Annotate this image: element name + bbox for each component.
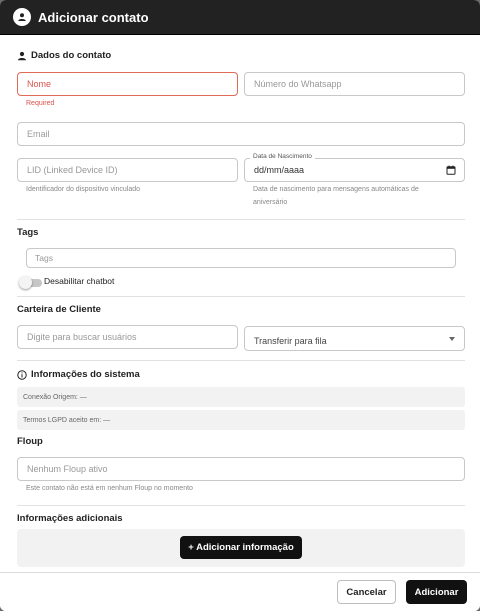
section-floup-label: Floup	[17, 436, 43, 447]
section-system-title: Informações do sistema	[17, 369, 140, 380]
floup-helper-text: Este contato não está em nenhum Floup no…	[26, 485, 193, 492]
transfer-queue-select[interactable]: Transferir para fila	[244, 326, 465, 351]
disable-chatbot-toggle[interactable]	[19, 276, 42, 289]
origin-connection-row: Conexão Origem: —	[17, 387, 465, 407]
name-error-text: Required	[26, 100, 55, 107]
info-icon	[17, 369, 27, 380]
disable-chatbot-label: Desabilitar chatbot	[44, 276, 115, 286]
calendar-icon[interactable]	[446, 165, 456, 175]
whatsapp-placeholder: Número do Whatsapp	[254, 79, 342, 89]
person-small-icon	[18, 51, 26, 60]
email-input[interactable]: Email	[17, 122, 465, 146]
add-button[interactable]: Adicionar	[406, 580, 467, 604]
floup-input[interactable]: Nenhum Floup ativo	[17, 457, 465, 481]
divider	[17, 296, 465, 297]
dialog-body[interactable]: Dados do contato Nome Required Número do…	[0, 35, 480, 572]
birthdate-label: Data de Nascimento	[250, 153, 315, 160]
search-users-input[interactable]: Digite para buscar usuários	[17, 325, 238, 349]
section-contact-title: Dados do contato	[17, 50, 111, 61]
chevron-down-icon	[449, 337, 455, 341]
toggle-knob	[19, 276, 32, 289]
email-placeholder: Email	[27, 129, 50, 139]
divider	[17, 505, 465, 506]
tags-input[interactable]: Tags	[26, 248, 456, 268]
search-users-placeholder: Digite para buscar usuários	[27, 332, 137, 342]
section-system-label: Informações do sistema	[31, 369, 140, 380]
divider	[17, 360, 465, 361]
transfer-queue-value: Transferir para fila	[254, 335, 327, 346]
lgpd-row: Termos LGPD aceito em: —	[17, 410, 465, 430]
section-extra-label: Informações adicionais	[17, 513, 123, 524]
lid-input[interactable]: LID (Linked Device ID)	[17, 158, 238, 182]
section-tags-title: Tags	[17, 227, 38, 238]
person-icon	[13, 8, 31, 26]
section-contact-label: Dados do contato	[31, 50, 112, 61]
dialog-title: Adicionar contato	[38, 9, 149, 25]
tags-placeholder: Tags	[35, 253, 53, 263]
add-contact-dialog: Adicionar contato Dados do contato Nome …	[0, 0, 480, 611]
section-extra-title: Informações adicionais	[17, 513, 123, 524]
lgpd-text: Termos LGPD aceito em: —	[23, 416, 111, 424]
section-floup-title: Floup	[17, 436, 43, 447]
section-wallet-title: Carteira de Cliente	[17, 304, 101, 315]
section-tags-label: Tags	[17, 227, 39, 238]
divider	[17, 219, 465, 220]
lid-helper-text: Identificador do dispositivo vinculado	[26, 186, 141, 193]
additional-info-box: + Adicionar informação	[17, 529, 465, 567]
dialog-footer: Cancelar Adicionar	[0, 572, 480, 611]
birthdate-input[interactable]: dd/mm/aaaa	[244, 158, 465, 182]
name-placeholder: Nome	[27, 79, 52, 89]
dialog-header: Adicionar contato	[0, 0, 480, 35]
floup-placeholder: Nenhum Floup ativo	[27, 464, 108, 474]
origin-connection-text: Conexão Origem: —	[23, 393, 87, 401]
whatsapp-input[interactable]: Número do Whatsapp	[244, 72, 465, 96]
cancel-button[interactable]: Cancelar	[337, 580, 396, 604]
birthdate-value: dd/mm/aaaa	[254, 165, 305, 175]
section-wallet-label: Carteira de Cliente	[17, 304, 101, 315]
birthdate-helper-line2: aniversário	[253, 199, 288, 206]
add-info-button[interactable]: + Adicionar informação	[180, 536, 302, 559]
lid-placeholder: LID (Linked Device ID)	[27, 165, 118, 175]
name-input[interactable]: Nome	[17, 72, 238, 96]
birthdate-helper-line1: Data de nascimento para mensagens automá…	[253, 186, 419, 193]
